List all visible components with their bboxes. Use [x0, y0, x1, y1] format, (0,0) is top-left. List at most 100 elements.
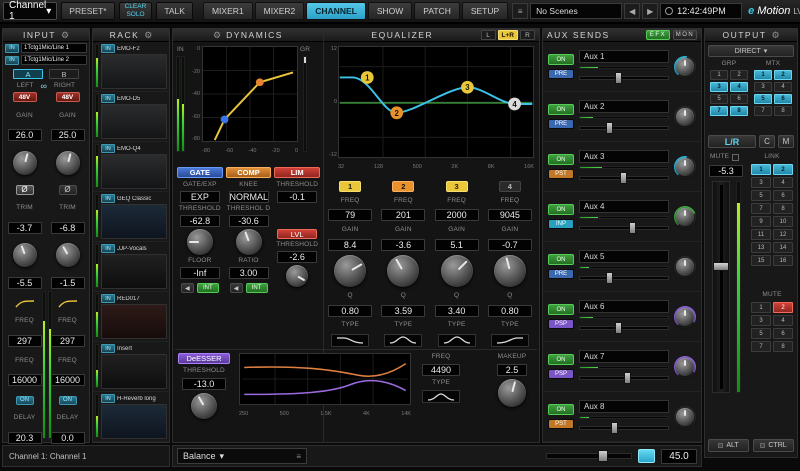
link-group-button[interactable]: 3 [751, 177, 771, 188]
sidechain-arrow-button[interactable]: ◀ [181, 283, 194, 293]
gate-int-button[interactable]: INT [197, 283, 219, 293]
aux-slider-handle[interactable] [629, 222, 636, 234]
eq-gain-knob[interactable] [334, 255, 366, 287]
eq-band-gain[interactable]: 8.4 [328, 239, 372, 251]
hpf-curve-icon[interactable] [15, 299, 35, 308]
group-assign-button[interactable]: 2 [730, 70, 748, 80]
gain-knob[interactable] [56, 151, 80, 175]
aux-mode-button[interactable]: PRE [548, 269, 574, 279]
delay-on-button[interactable]: ON [16, 396, 34, 405]
aux-slider-handle[interactable] [615, 322, 622, 334]
tab[interactable]: MIXER2 [255, 2, 305, 20]
eq-band-q[interactable]: 0.80 [328, 305, 372, 317]
rack-slot[interactable]: IN GEQ Classic [93, 192, 169, 242]
group-assign-button[interactable]: 3 [710, 82, 728, 92]
eq-band-freq[interactable]: 2000 [435, 209, 479, 221]
trim-knob[interactable] [56, 243, 80, 267]
aux-name[interactable]: Aux 7 [579, 350, 669, 363]
plugin-thumbnail[interactable] [101, 404, 167, 439]
efx-button[interactable]: EFX [646, 30, 670, 40]
rack-slot[interactable]: IN EMO-D5 [93, 92, 169, 142]
gear-icon[interactable]: ⚙ [144, 30, 152, 41]
link-group-button[interactable]: 4 [773, 177, 793, 188]
eq-band-type-selector[interactable] [331, 334, 369, 347]
aux-slider-handle[interactable] [615, 72, 622, 84]
mute-group-button[interactable]: 4 [773, 315, 793, 326]
scene-display[interactable]: No Scenes [530, 3, 622, 19]
rack-in-button[interactable]: IN [101, 144, 115, 153]
eq-band-button[interactable]: 3 [446, 181, 468, 192]
aux-mode-button[interactable]: PRE [548, 69, 574, 79]
eq-band-gain[interactable]: -0.7 [488, 239, 532, 251]
channel-fader[interactable] [712, 181, 730, 393]
group-assign-button[interactable]: 6 [730, 94, 748, 104]
aux-name[interactable]: Aux 2 [579, 100, 669, 113]
aux-level-slider[interactable] [579, 222, 669, 234]
phantom-48v-button[interactable]: 48V [56, 92, 80, 102]
preset-button[interactable]: PRESET* [61, 2, 114, 20]
aux-pan-knob[interactable] [674, 206, 696, 228]
aux-level-slider[interactable] [579, 172, 669, 184]
deesser-threshold-value[interactable]: -13.0 [182, 378, 226, 390]
matrix-assign-button[interactable]: 1 [754, 70, 772, 80]
aux-on-button[interactable]: ON [548, 204, 574, 215]
matrix-assign-button[interactable]: 7 [754, 106, 772, 116]
aux-slider-handle[interactable] [606, 272, 613, 284]
alt-button[interactable]: ALT [708, 439, 749, 452]
eq-graph[interactable]: 1 2 3 4 321285002K8K16K [338, 46, 534, 170]
gate-button[interactable]: GATE [177, 167, 223, 178]
matrix-assign-button[interactable]: 8 [774, 106, 792, 116]
eq-band-q[interactable]: 0.80 [488, 305, 532, 317]
lr-assign-button[interactable]: L/R [708, 135, 756, 148]
phase-button[interactable]: Ø [59, 185, 77, 195]
eq-band-button[interactable]: 1 [339, 181, 361, 192]
gear-icon[interactable]: ⚙ [61, 30, 69, 41]
gear-icon[interactable]: ⚙ [213, 30, 221, 41]
link-group-button[interactable]: 9 [751, 216, 771, 227]
eq-channel-button[interactable]: L+R [498, 30, 518, 40]
mute-group-button[interactable]: 6 [773, 328, 793, 339]
eq-band-button[interactable]: 2 [392, 181, 414, 192]
link-group-button[interactable]: 7 [751, 203, 771, 214]
rack-in-button[interactable]: IN [101, 194, 115, 203]
gate-threshold-knob[interactable] [187, 229, 213, 255]
aux-on-button[interactable]: ON [548, 104, 574, 115]
gain-value[interactable]: 26.0 [8, 129, 42, 141]
eq-gain-knob[interactable] [494, 255, 526, 287]
aux-on-button[interactable]: ON [548, 304, 574, 315]
link-group-button[interactable]: 11 [751, 229, 771, 240]
link-group-button[interactable]: 12 [773, 229, 793, 240]
rack-in-button[interactable]: IN [101, 44, 115, 53]
deesser-button[interactable]: DeESSER [178, 353, 230, 364]
trim-value[interactable]: -6.8 [51, 222, 85, 234]
comp-threshold-value[interactable]: -30.6 [229, 215, 269, 227]
mute-group-button[interactable]: 2 [773, 302, 793, 313]
rack-in-button[interactable]: IN [101, 394, 115, 403]
tab[interactable]: SETUP [462, 2, 508, 20]
link-group-button[interactable]: 14 [773, 242, 793, 253]
input-in-button[interactable]: IN [5, 56, 19, 65]
gear-icon[interactable]: ⚙ [771, 30, 779, 41]
phantom-48v-button[interactable]: 48V [13, 92, 37, 102]
delay-value[interactable]: 0.0 [51, 432, 85, 444]
rack-in-button[interactable]: IN [101, 94, 115, 103]
aux-pan-knob[interactable] [674, 356, 696, 378]
stereo-link-icon[interactable]: ∞ [41, 82, 47, 90]
rack-slot[interactable]: IN EMO-F2 [93, 42, 169, 92]
gain-knob[interactable] [13, 151, 37, 175]
aux-pan-knob[interactable] [674, 306, 696, 328]
link-group-button[interactable]: 1 [751, 164, 771, 175]
aux-pan-knob[interactable] [674, 256, 696, 278]
eq-band-type-selector[interactable] [438, 334, 476, 347]
tab[interactable]: CHANNEL [306, 2, 366, 20]
eq-channel-button[interactable]: L [481, 30, 496, 40]
balance-value[interactable]: 45.0 [661, 449, 697, 464]
hpf-freq-value[interactable]: 297 [51, 335, 85, 347]
group-assign-button[interactable]: 5 [710, 94, 728, 104]
mon-button[interactable]: MON [673, 30, 697, 40]
aux-level-slider[interactable] [579, 422, 669, 434]
aux-mode-button[interactable]: PSP [548, 319, 574, 329]
plugin-thumbnail[interactable] [101, 204, 167, 239]
plugin-thumbnail[interactable] [101, 354, 167, 389]
aux-name[interactable]: Aux 3 [579, 150, 669, 163]
